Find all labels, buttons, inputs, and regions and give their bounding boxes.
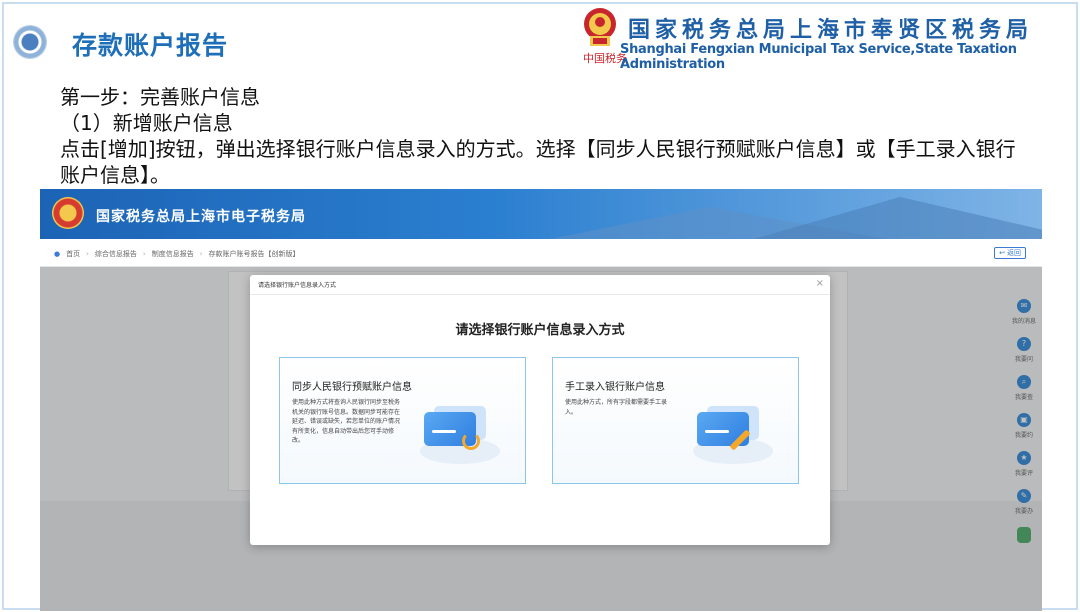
portal-banner: 国家税务总局上海市电子税务局 <box>40 189 1042 239</box>
instruction-text: 点击[增加]按钮，弹出选择银行账户信息录入的方式。选择【同步人民银行预赋账户信息… <box>60 137 1016 187</box>
breadcrumb-current: 存款账户账号报告【创新版】 <box>208 250 300 258</box>
portal-title: 国家税务总局上海市电子税务局 <box>96 209 306 225</box>
option-description: 使用此种方式，所有字段都需要手工录入。 <box>565 399 668 416</box>
breadcrumb-separator-icon: › <box>199 250 203 258</box>
back-arrow-icon: ↩ <box>999 249 1005 257</box>
banner-decoration <box>740 197 1042 239</box>
dialog-header: 请选择银行账户信息录入方式 × <box>250 275 830 295</box>
dialog-header-title: 请选择银行账户信息录入方式 <box>258 282 337 289</box>
option-description: 使用此种方式将查询人民银行同步至税务机关的银行账号信息。数据同步可能存在延迟、错… <box>292 399 401 444</box>
bullet-circle-icon <box>14 26 46 58</box>
breadcrumb-separator-icon: › <box>86 250 89 258</box>
bureau-name-cn: 国家税务总局上海市奉贤区税务局 <box>628 18 1034 43</box>
option-title: 同步人民银行预赋账户信息 <box>292 382 412 393</box>
breadcrumb-item[interactable]: 综合信息报告 <box>95 249 137 259</box>
close-icon[interactable]: × <box>816 278 824 289</box>
bank-card-sync-icon <box>406 398 506 466</box>
entry-method-dialog: 请选择银行账户信息录入方式 × 请选择银行账户信息录入方式 同步人民银行预赋账户… <box>250 275 830 545</box>
bank-card-edit-icon <box>679 398 779 466</box>
portal-logo-icon <box>52 197 84 229</box>
option-manual-entry[interactable]: 手工录入银行账户信息 使用此种方式，所有字段都需要手工录入。 <box>552 357 799 484</box>
back-button[interactable]: ↩ 返回 <box>994 247 1026 259</box>
breadcrumb-bar: ● 首页 › 综合信息报告 › 制度信息报告 › 存款账户账号报告【创新版】 ↩… <box>40 239 1042 267</box>
step-heading: 第一步：完善账户信息 <box>60 85 260 109</box>
option-sync-pbc-accounts[interactable]: 同步人民银行预赋账户信息 使用此种方式将查询人民银行同步至税务机关的银行账号信息… <box>279 357 526 484</box>
bureau-name-en: Shanghai Fengxian Municipal Tax Service,… <box>620 42 1017 72</box>
sub-step-heading: （1）新增账户信息 <box>60 111 233 135</box>
breadcrumb-separator-icon: › <box>142 250 146 258</box>
location-pin-icon: ● <box>54 250 61 258</box>
breadcrumb: ● 首页 › 综合信息报告 › 制度信息报告 › 存款账户账号报告【创新版】 <box>54 249 300 259</box>
tax-emblem-icon <box>584 8 616 46</box>
breadcrumb-item[interactable]: 制度信息报告 <box>152 249 194 259</box>
dialog-title: 请选择银行账户信息录入方式 <box>455 323 625 338</box>
portal-screenshot: 国家税务总局上海市电子税务局 ● 首页 › 综合信息报告 › 制度信息报告 › … <box>40 189 1042 611</box>
breadcrumb-home[interactable]: 首页 <box>66 249 80 259</box>
back-button-label: 返回 <box>1007 249 1021 257</box>
option-title: 手工录入银行账户信息 <box>565 382 665 393</box>
slide-title: 存款账户报告 <box>72 31 229 60</box>
